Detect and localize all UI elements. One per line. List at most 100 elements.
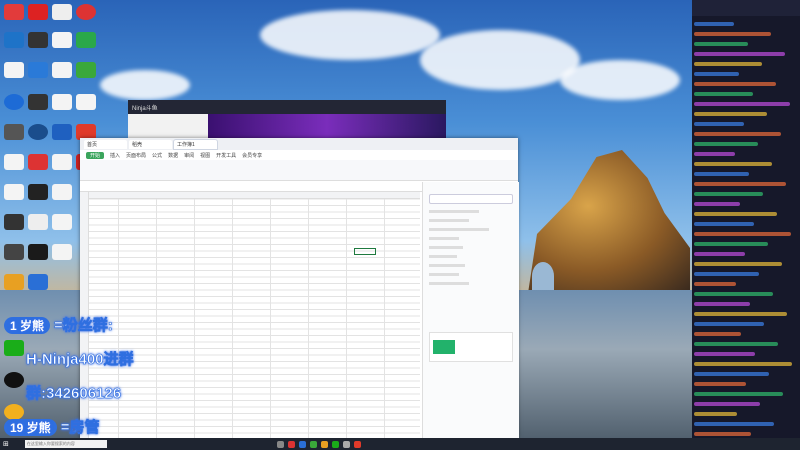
app-icon[interactable] xyxy=(28,94,48,110)
taskbar-apps xyxy=(276,440,361,448)
app-icon[interactable] xyxy=(4,244,24,260)
chat-message xyxy=(694,252,745,256)
overlay-text-4: =房管 xyxy=(60,419,100,437)
app-icon[interactable] xyxy=(76,62,96,78)
file-icon[interactable] xyxy=(76,94,96,110)
file-icon[interactable] xyxy=(4,184,24,200)
app-icon[interactable] xyxy=(28,124,48,140)
app-icon[interactable] xyxy=(28,154,48,170)
chat-message xyxy=(694,312,787,316)
app-icon[interactable] xyxy=(4,214,24,230)
file-icon[interactable] xyxy=(52,62,72,78)
file-icon[interactable] xyxy=(52,214,72,230)
app-icon[interactable] xyxy=(4,4,24,20)
menu-formula[interactable]: 公式 xyxy=(152,152,162,159)
spreadsheet-grid[interactable] xyxy=(80,192,420,438)
chat-message xyxy=(694,382,746,386)
pane-item[interactable] xyxy=(429,246,463,249)
chat-header xyxy=(692,0,800,16)
chat-message xyxy=(694,262,782,266)
app-icon[interactable] xyxy=(4,124,24,140)
menu-view[interactable]: 视图 xyxy=(200,152,210,159)
pane-card[interactable] xyxy=(429,332,513,362)
overlay-text-1: =粉丝群: xyxy=(54,317,113,335)
file-icon[interactable] xyxy=(4,154,24,170)
chat-message xyxy=(694,432,751,436)
app-icon[interactable] xyxy=(76,4,96,20)
chat-message xyxy=(694,172,749,176)
menu-member[interactable]: 会员专享 xyxy=(242,152,262,159)
app-icon[interactable] xyxy=(4,94,24,110)
app-icon[interactable] xyxy=(28,274,48,290)
file-icon[interactable] xyxy=(4,62,24,78)
file-icon[interactable] xyxy=(28,214,48,230)
selected-cell[interactable] xyxy=(354,248,376,255)
menu-review[interactable]: 审阅 xyxy=(184,152,194,159)
chat-message xyxy=(694,282,736,286)
tab-home[interactable]: 首页 xyxy=(84,139,127,149)
tab-workbook[interactable]: 工作簿1 xyxy=(174,139,217,149)
taskbar-search[interactable]: 在这里输入你要搜索的内容 xyxy=(24,440,107,448)
stream-window[interactable]: Ninja斗鱼 xyxy=(128,100,446,142)
chat-message xyxy=(694,102,790,106)
file-icon[interactable] xyxy=(52,154,72,170)
wps-window[interactable]: 首页 稻壳 工作簿1 开始 插入 页面布局 公式 数据 审阅 视图 开发工具 会… xyxy=(80,138,519,438)
chat-message xyxy=(694,402,760,406)
admin-badge: 19 岁熊 xyxy=(4,419,57,436)
menu-data[interactable]: 数据 xyxy=(168,152,178,159)
stream-titlebar: Ninja斗鱼 xyxy=(128,100,446,114)
taskbar-app-icon[interactable] xyxy=(320,440,328,448)
chat-message xyxy=(694,322,764,326)
taskbar-app-icon[interactable] xyxy=(287,440,295,448)
chat-message xyxy=(694,112,767,116)
chat-message xyxy=(694,122,744,126)
app-icon[interactable] xyxy=(52,4,72,20)
taskbar-app-icon[interactable] xyxy=(298,440,306,448)
windows-start-icon[interactable]: ⊞ xyxy=(3,440,9,448)
pane-item[interactable] xyxy=(429,282,469,285)
pane-item[interactable] xyxy=(429,255,457,258)
chat-message xyxy=(694,222,754,226)
app-icon[interactable] xyxy=(28,4,48,20)
qq-icon[interactable] xyxy=(4,372,24,388)
menu-start[interactable]: 开始 xyxy=(86,151,105,159)
wps-menubar: 开始 插入 页面布局 公式 数据 审阅 视图 开发工具 会员专享 xyxy=(80,150,518,160)
chat-message xyxy=(694,72,739,76)
taskbar-app-icon[interactable] xyxy=(353,440,361,448)
app-icon[interactable] xyxy=(4,274,24,290)
menu-insert[interactable]: 插入 xyxy=(110,152,120,159)
file-icon[interactable] xyxy=(52,244,72,260)
app-icon[interactable] xyxy=(28,32,48,48)
taskbar-app-icon[interactable] xyxy=(276,440,284,448)
app-icon[interactable] xyxy=(52,124,72,140)
tab-docer[interactable]: 稻壳 xyxy=(129,139,172,149)
card-thumbnail xyxy=(433,340,455,354)
chat-message xyxy=(694,202,740,206)
assistant-pane[interactable] xyxy=(422,182,519,438)
app-icon[interactable] xyxy=(28,244,48,260)
chat-message xyxy=(694,42,748,46)
danmaku-chat-panel[interactable] xyxy=(692,0,800,438)
pane-item[interactable] xyxy=(429,264,465,267)
chat-message xyxy=(694,362,792,366)
app-icon[interactable] xyxy=(76,32,96,48)
menu-layout[interactable]: 页面布局 xyxy=(126,152,146,159)
app-icon[interactable] xyxy=(28,184,48,200)
cloud xyxy=(260,10,440,60)
taskbar-app-icon[interactable] xyxy=(331,440,339,448)
app-icon[interactable] xyxy=(28,62,48,78)
taskbar-app-icon[interactable] xyxy=(342,440,350,448)
taskbar-app-icon[interactable] xyxy=(309,440,317,448)
chat-message xyxy=(694,52,785,56)
chat-message xyxy=(694,92,753,96)
pane-item[interactable] xyxy=(429,237,459,240)
pane-item[interactable] xyxy=(429,273,459,276)
file-icon[interactable] xyxy=(52,184,72,200)
wps-ribbon[interactable] xyxy=(80,160,518,181)
wechat-icon[interactable] xyxy=(4,340,24,356)
pane-search-input[interactable] xyxy=(429,194,513,204)
app-icon[interactable] xyxy=(4,32,24,48)
file-icon[interactable] xyxy=(52,94,72,110)
file-icon[interactable] xyxy=(52,32,72,48)
menu-dev[interactable]: 开发工具 xyxy=(216,152,236,159)
